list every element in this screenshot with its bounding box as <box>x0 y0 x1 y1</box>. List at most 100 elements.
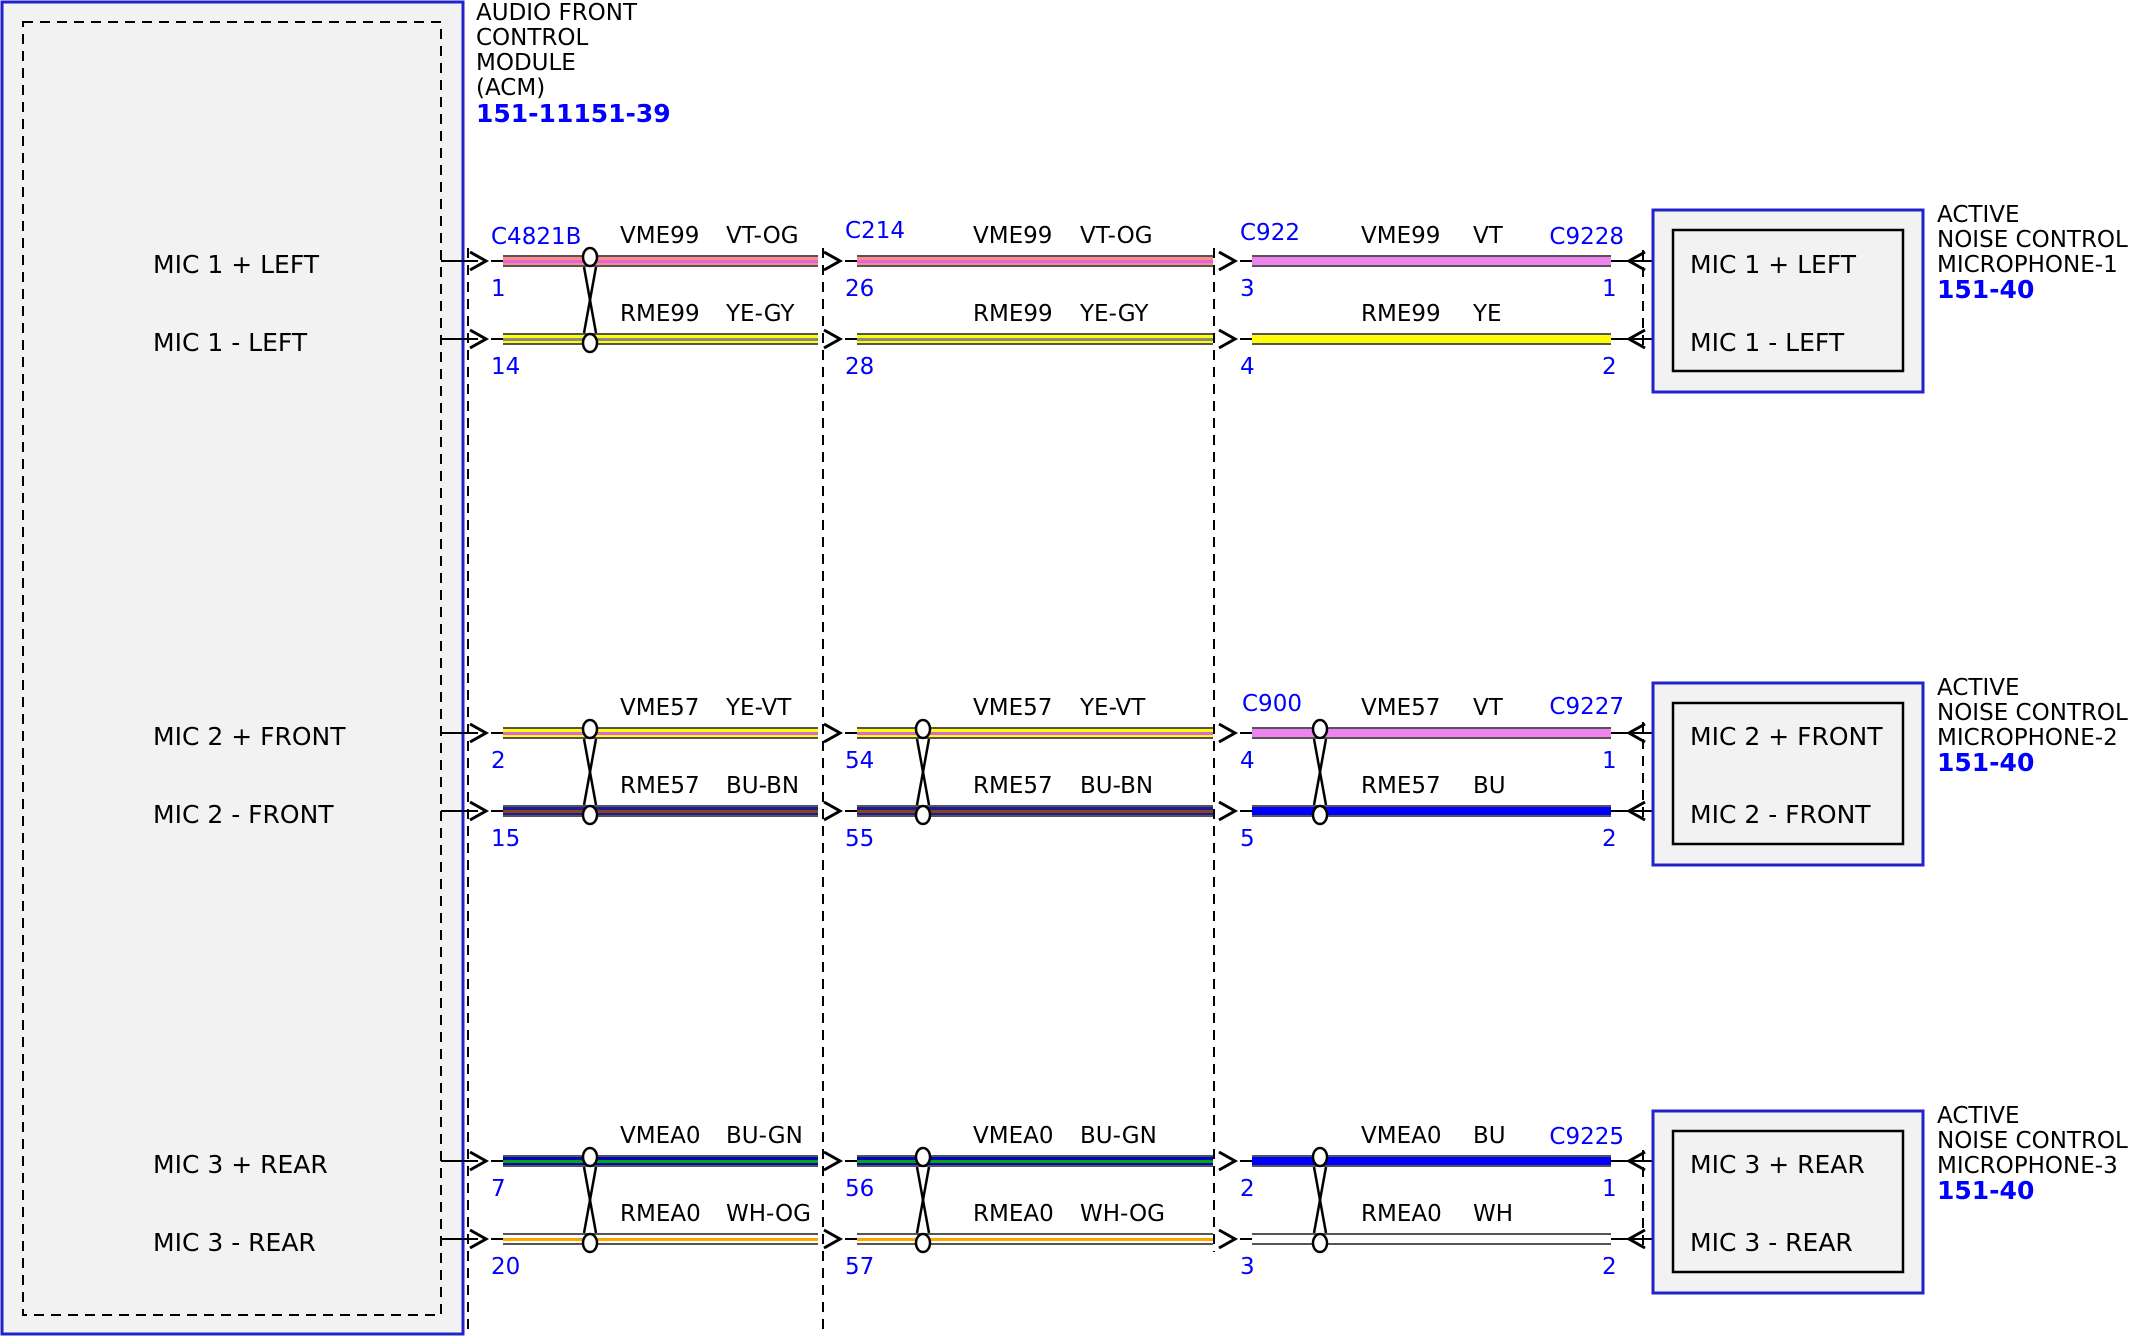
acm-pin-label: MIC 3 - REAR <box>153 1228 316 1257</box>
twisted-pair-icon <box>1311 1146 1329 1254</box>
wire-base-color <box>1252 1235 1611 1243</box>
wire-circuit-label: VME57 <box>620 695 699 721</box>
acm-pin-label: MIC 1 - LEFT <box>153 328 308 357</box>
pin-number: 2 <box>1602 826 1617 852</box>
pin-number: 1 <box>1602 748 1617 774</box>
pin-number: 5 <box>1240 826 1255 852</box>
wire-color-label: BU-BN <box>726 773 799 799</box>
microphone-ref: 151-40 <box>1937 275 2034 304</box>
wiring-diagram: AUDIO FRONTCONTROLMODULE(ACM)151-11151-3… <box>0 0 2128 1336</box>
wire-color-label: VT <box>1473 223 1504 249</box>
pin-number: 57 <box>845 1254 874 1280</box>
connector-arrow-icon <box>823 250 844 272</box>
pin-number: 3 <box>1240 276 1255 302</box>
connector-arrow-icon <box>1218 722 1239 744</box>
twist-loop <box>1311 1232 1329 1254</box>
microphone-title-line: NOISE CONTROL <box>1937 1128 2128 1154</box>
connector-label: C900 <box>1242 691 1302 717</box>
wire-circuit-label: RME99 <box>973 301 1053 327</box>
wire-base-color <box>1252 1157 1611 1165</box>
twist-loop <box>1311 1146 1329 1168</box>
wire-circuit-label: VME57 <box>1361 695 1440 721</box>
acm-title-line: CONTROL <box>476 25 589 51</box>
wire-circuit-label: RME99 <box>1361 301 1441 327</box>
wire-circuit-label: VME99 <box>973 223 1052 249</box>
wire-stripe-color <box>857 260 1213 263</box>
wire-base-color <box>1252 729 1611 737</box>
connector-label: C9228 <box>1549 224 1624 250</box>
connector-label: C922 <box>1240 220 1300 246</box>
acm-title-line: MODULE <box>476 50 576 76</box>
wire-circuit-label: VMEA0 <box>973 1123 1053 1149</box>
wire-circuit-label: VME99 <box>620 223 699 249</box>
microphone-pin-label: MIC 3 + REAR <box>1690 1150 1865 1179</box>
wire-base-color <box>1252 807 1611 815</box>
pin-number: 4 <box>1240 748 1255 774</box>
wire-color-label: YE-VT <box>1079 695 1146 721</box>
pin-number: 2 <box>1602 1254 1617 1280</box>
wire-circuit-label: RME57 <box>620 773 700 799</box>
microphone-title-line: ACTIVE <box>1937 675 2020 701</box>
microphone-pin-label: MIC 1 - LEFT <box>1690 328 1845 357</box>
twist-loop <box>1311 718 1329 740</box>
pin-number: 26 <box>845 276 874 302</box>
wire-circuit-label: VME57 <box>973 695 1052 721</box>
acm-pin-label: MIC 1 + LEFT <box>153 250 320 279</box>
twist-loop <box>914 804 932 826</box>
wire-color-label: WH <box>1473 1201 1513 1227</box>
pin-number: 4 <box>1240 354 1255 380</box>
wire-circuit-label: RME57 <box>973 773 1053 799</box>
wire-stripe-color <box>857 810 1213 813</box>
wire-stripe-color <box>503 810 818 813</box>
connector-arrow-icon <box>1218 1228 1239 1250</box>
twist-loop <box>581 718 599 740</box>
twisted-pair-icon <box>581 246 599 354</box>
microphone-pin-label: MIC 2 - FRONT <box>1690 800 1871 829</box>
connector-arrow-icon <box>1218 250 1239 272</box>
microphone-title-line: NOISE CONTROL <box>1937 700 2128 726</box>
wire-color-label: YE <box>1472 301 1502 327</box>
microphone-title-line: ACTIVE <box>1937 1103 2020 1129</box>
microphone-ref: 151-40 <box>1937 748 2034 777</box>
microphone-pin-label: MIC 2 + FRONT <box>1690 722 1883 751</box>
wire-color-label: YE-GY <box>725 301 795 327</box>
twist-loop <box>581 1146 599 1168</box>
pin-number: 3 <box>1240 1254 1255 1280</box>
connector-arrow-icon <box>823 328 844 350</box>
wire-color-label: WH-OG <box>1080 1201 1165 1227</box>
twist-loop <box>581 804 599 826</box>
pin-number: 15 <box>491 826 520 852</box>
connector-arrow-icon <box>1218 800 1239 822</box>
connector-arrow-icon <box>823 722 844 744</box>
connector-label: C9225 <box>1549 1124 1624 1150</box>
twisted-pair-icon <box>914 718 932 826</box>
wire-color-label: BU-GN <box>726 1123 803 1149</box>
wire-color-label: BU <box>1473 1123 1506 1149</box>
twist-loop <box>914 1146 932 1168</box>
wire-circuit-label: VMEA0 <box>1361 1123 1441 1149</box>
wire-color-label: WH-OG <box>726 1201 811 1227</box>
connector-arrow-icon <box>1218 328 1239 350</box>
twist-loop <box>581 246 599 268</box>
microphone-ref: 151-40 <box>1937 1176 2034 1205</box>
microphone-pin-label: MIC 3 - REAR <box>1690 1228 1853 1257</box>
pin-number: 28 <box>845 354 874 380</box>
pin-number: 14 <box>491 354 520 380</box>
wire-base-color <box>1252 257 1611 265</box>
wire-stripe-color <box>857 338 1213 341</box>
pin-number: 54 <box>845 748 874 774</box>
pin-number: 2 <box>491 748 506 774</box>
connector-arrow-icon <box>823 1228 844 1250</box>
acm-pin-label: MIC 2 + FRONT <box>153 722 346 751</box>
microphone-title-line: ACTIVE <box>1937 202 2020 228</box>
wire-color-label: YE-VT <box>725 695 792 721</box>
acm-module <box>0 0 465 1336</box>
microphone-pin-label: MIC 1 + LEFT <box>1690 250 1857 279</box>
wire-stripe-color <box>503 1160 818 1163</box>
wire-circuit-label: VME99 <box>1361 223 1440 249</box>
wire-color-label: BU-GN <box>1080 1123 1157 1149</box>
wire-color-label: VT-OG <box>726 223 799 249</box>
twisted-pair-icon <box>581 718 599 826</box>
wire-color-label: BU <box>1473 773 1506 799</box>
pin-number: 2 <box>1240 1176 1255 1202</box>
